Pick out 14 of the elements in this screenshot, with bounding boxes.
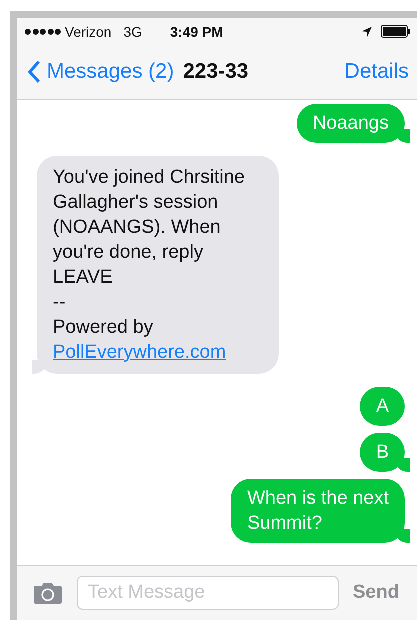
chevron-left-icon[interactable] xyxy=(27,60,41,84)
conversation-title: 223-33 xyxy=(183,60,249,84)
battery-icon xyxy=(381,25,411,38)
back-button[interactable]: Messages (2) xyxy=(27,60,174,84)
carrier-name: Verizon xyxy=(65,24,112,40)
message-bubble: A xyxy=(360,387,405,426)
camera-icon[interactable] xyxy=(33,581,63,605)
network-type: 3G xyxy=(124,24,142,40)
message-input[interactable]: Text Message xyxy=(77,576,339,610)
signal-icon xyxy=(25,28,61,34)
location-arrow-icon xyxy=(361,26,373,38)
status-time: 3:49 PM xyxy=(170,24,224,40)
message-link[interactable]: PollEverywhere.com xyxy=(53,342,226,363)
details-link[interactable]: Details xyxy=(344,60,409,84)
